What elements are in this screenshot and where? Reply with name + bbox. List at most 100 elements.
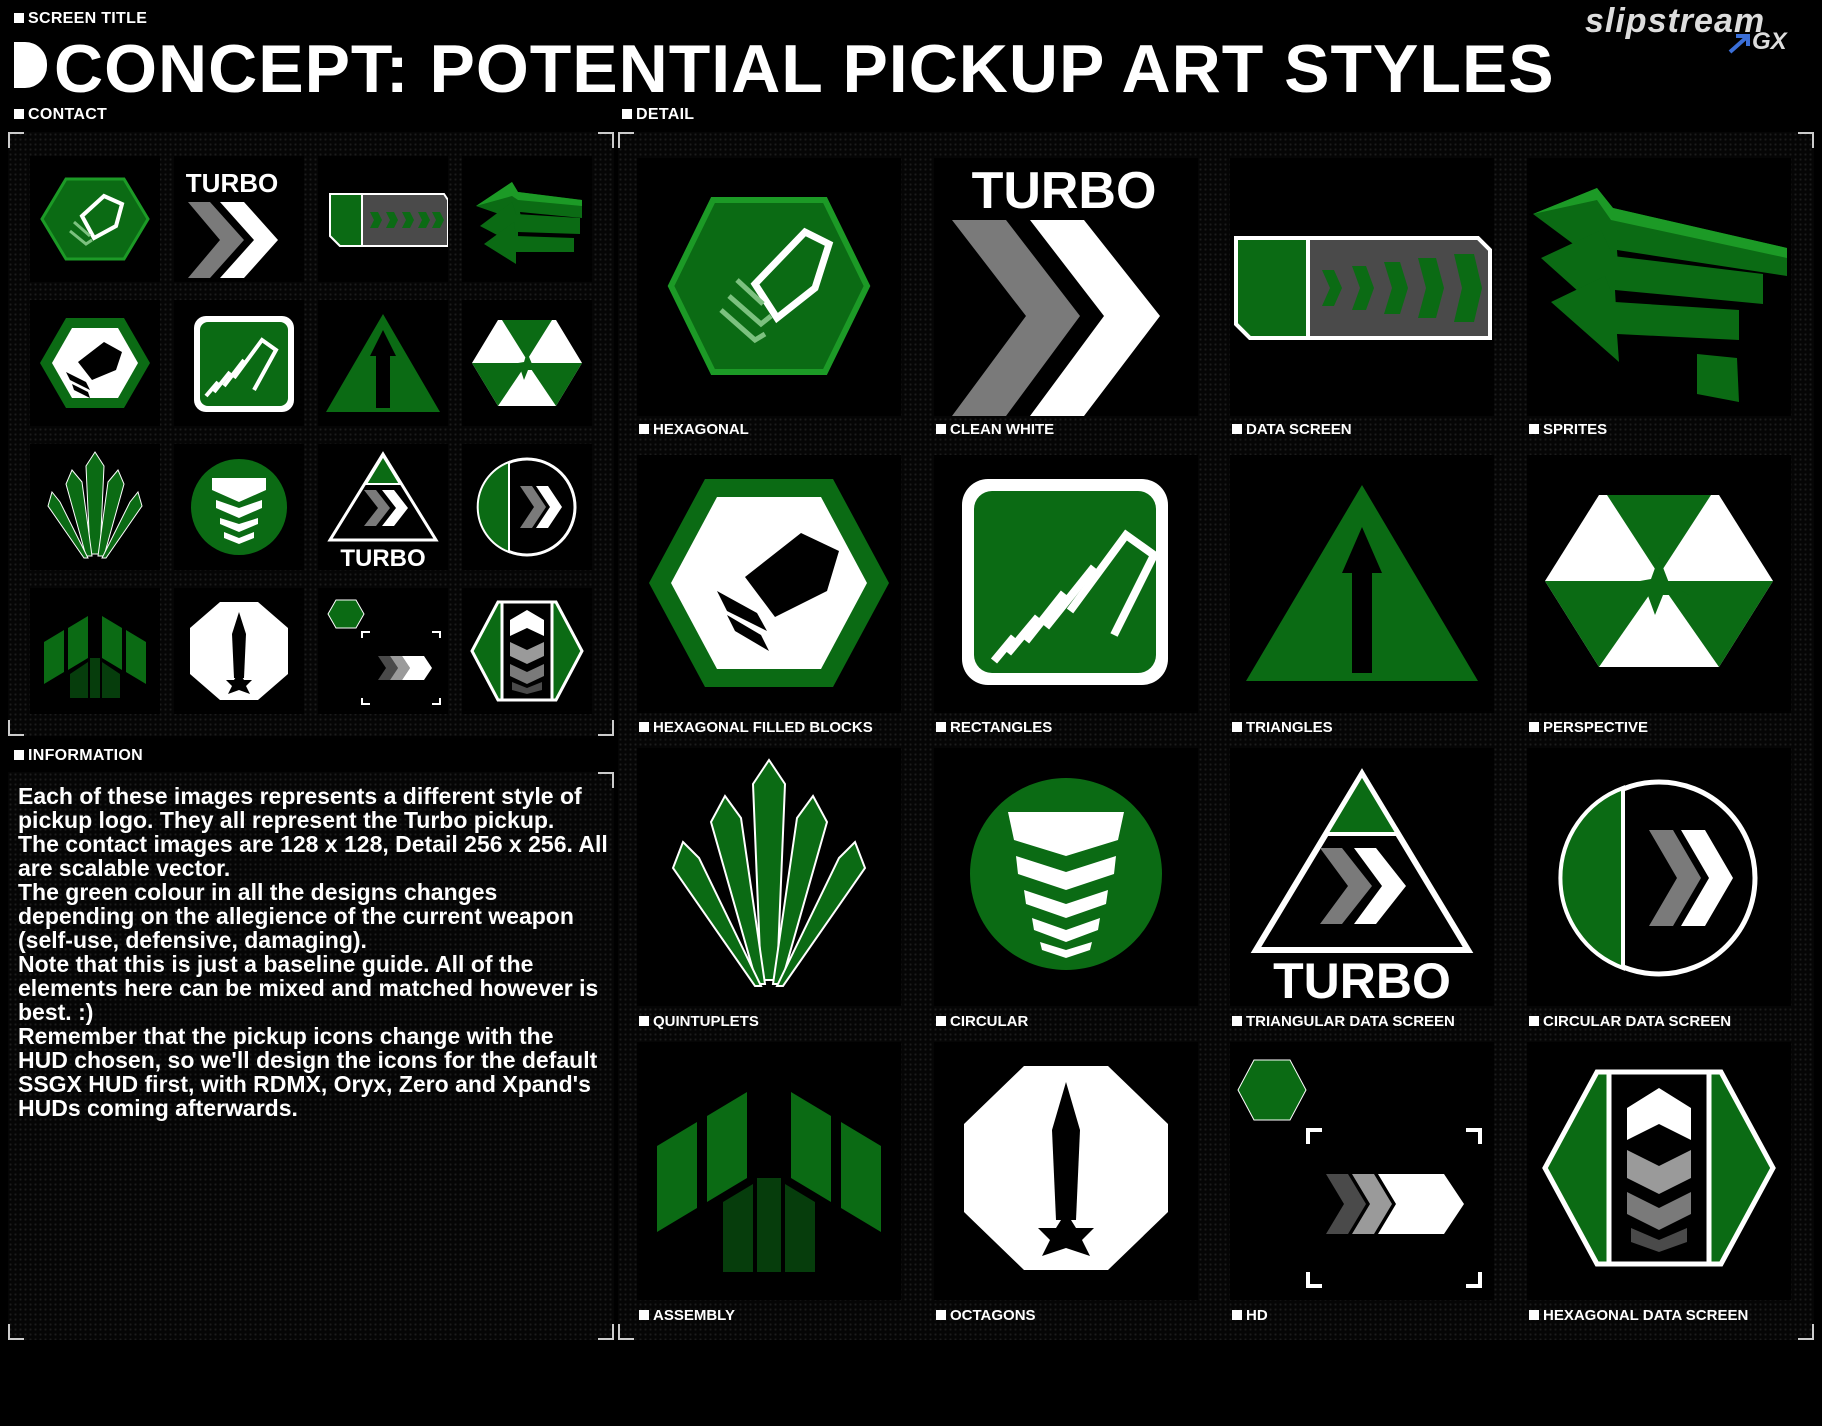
contact-tile[interactable]: [462, 156, 592, 282]
contact-tile[interactable]: [462, 300, 592, 426]
chevron-turbo-icon: TURBO: [186, 168, 278, 278]
rounded-rect-icon: [962, 479, 1168, 685]
hexagonal-data-icon: [1542, 1069, 1776, 1267]
contact-tile[interactable]: [318, 588, 448, 714]
detail-section-label: DETAIL: [622, 106, 694, 124]
detail-caption: HEXAGONAL FILLED BLOCKS: [639, 719, 873, 736]
panel-corner: [598, 132, 614, 148]
contact-tile[interactable]: [318, 300, 448, 426]
detail-tile-hexagonal-data-screen[interactable]: [1527, 1042, 1791, 1300]
panel-corner: [598, 720, 614, 736]
information-text: Each of these images represents a differ…: [18, 784, 608, 1120]
rounded-rect-icon: [194, 316, 294, 412]
detail-tile-assembly[interactable]: [637, 1042, 901, 1300]
panel-corner: [618, 1324, 634, 1340]
detail-caption: TRIANGULAR DATA SCREEN: [1232, 1013, 1455, 1030]
data-screen-icon: [1234, 236, 1492, 340]
panel-corner: [1798, 132, 1814, 148]
quintuplet-fan-icon: [47, 451, 143, 559]
detail-caption: CIRCULAR DATA SCREEN: [1529, 1013, 1731, 1030]
circular-stack-icon: [970, 778, 1162, 970]
panel-corner: [8, 1324, 24, 1340]
turbo-label: TURBO: [340, 545, 425, 570]
assembly-chevron-icon: [44, 616, 146, 698]
detail-tile-circular[interactable]: [934, 748, 1198, 1006]
sprite-arrows-icon: [1533, 188, 1787, 402]
detail-caption: OCTAGONS: [936, 1307, 1036, 1324]
triangle-arrow-icon: [326, 314, 440, 412]
contact-tile[interactable]: [30, 156, 160, 282]
detail-caption: HEXAGONAL: [639, 421, 749, 438]
turbo-label: TURBO: [972, 162, 1157, 220]
detail-tile-triangles[interactable]: [1230, 455, 1494, 713]
perspective-hex-icon: [1545, 495, 1773, 667]
sprite-arrows-icon: [476, 182, 582, 264]
contact-section-label: CONTACT: [14, 106, 107, 124]
detail-caption: ASSEMBLY: [639, 1307, 735, 1324]
information-section-label: INFORMATION: [14, 747, 143, 765]
hexagon-blocks-icon: [649, 479, 889, 687]
detail-tile-clean-white[interactable]: TURBO: [934, 158, 1198, 416]
panel-corner: [1798, 1324, 1814, 1340]
detail-caption: QUINTUPLETS: [639, 1013, 759, 1030]
assembly-chevron-icon: [657, 1092, 881, 1272]
detail-tile-quintuplets[interactable]: [637, 748, 901, 1006]
detail-tile-hexagonal[interactable]: [637, 158, 901, 416]
hexagon-pickup-icon: [40, 177, 150, 261]
detail-caption: HEXAGONAL DATA SCREEN: [1529, 1307, 1748, 1324]
circular-data-icon: [476, 457, 577, 557]
contact-tile[interactable]: TURBO: [174, 156, 304, 282]
info-paragraph: The green colour in all the designs chan…: [18, 879, 574, 953]
panel-corner: [8, 720, 24, 736]
contact-tile[interactable]: [462, 588, 592, 714]
detail-tile-circular-data-screen[interactable]: [1527, 748, 1791, 1006]
chevron-turbo-icon: TURBO: [952, 162, 1160, 416]
octagon-arrow-icon: [190, 602, 288, 700]
detail-caption: TRIANGLES: [1232, 719, 1333, 736]
detail-tile-rectangles[interactable]: [934, 455, 1198, 713]
detail-caption: CIRCULAR: [936, 1013, 1028, 1030]
contact-tile[interactable]: [30, 588, 160, 714]
hexagon-pickup-icon: [667, 197, 871, 375]
quintuplet-fan-icon: [671, 758, 867, 987]
turbo-label: TURBO: [186, 168, 278, 198]
contact-tile[interactable]: [30, 300, 160, 426]
perspective-hex-icon: [472, 320, 582, 406]
detail-tile-hd[interactable]: [1230, 1042, 1494, 1300]
contact-panel: TURBO TURBO: [8, 132, 614, 736]
panel-corner: [598, 1324, 614, 1340]
hexagon-blocks-icon: [40, 318, 150, 408]
contact-tile[interactable]: [174, 444, 304, 570]
info-paragraph: Remember that the pickup icons change wi…: [18, 1023, 598, 1121]
page-title: CONCEPT: POTENTIAL PICKUP ART STYLES: [54, 31, 1555, 107]
hexagonal-data-icon: [470, 600, 584, 702]
contact-tile[interactable]: [174, 300, 304, 426]
detail-caption: HD: [1232, 1307, 1268, 1324]
panel-corner: [618, 132, 634, 148]
detail-tile-octagons[interactable]: [934, 1042, 1198, 1300]
detail-caption: PERSPECTIVE: [1529, 719, 1648, 736]
detail-tile-triangular-data-screen[interactable]: TURBO: [1230, 748, 1494, 1006]
contact-tile[interactable]: [30, 444, 160, 570]
turbo-label: TURBO: [1273, 953, 1451, 1006]
triangular-data-icon: TURBO: [327, 451, 439, 570]
title-bar-marker: [14, 42, 47, 88]
info-paragraph: The contact images are 128 x 128, Detail…: [18, 831, 608, 881]
octagon-arrow-icon: [964, 1066, 1168, 1270]
detail-caption: CLEAN WHITE: [936, 421, 1054, 438]
contact-tile[interactable]: [318, 156, 448, 282]
triangle-arrow-icon: [1246, 485, 1478, 681]
detail-caption: DATA SCREEN: [1232, 421, 1352, 438]
contact-tile[interactable]: [174, 588, 304, 714]
detail-tile-hexagonal-filled-blocks[interactable]: [637, 455, 901, 713]
info-paragraph: Note that this is just a baseline guide.…: [18, 951, 599, 1025]
detail-tile-data-screen[interactable]: [1230, 158, 1494, 416]
circular-data-icon: [1558, 779, 1758, 977]
detail-caption: SPRITES: [1529, 421, 1607, 438]
contact-tile[interactable]: [462, 444, 592, 570]
detail-tile-perspective[interactable]: [1527, 455, 1791, 713]
logo-suffix: GX: [1752, 28, 1787, 55]
detail-tile-sprites[interactable]: [1527, 158, 1791, 416]
contact-tile[interactable]: TURBO: [318, 444, 448, 570]
hd-bracket-icon: [327, 599, 441, 705]
